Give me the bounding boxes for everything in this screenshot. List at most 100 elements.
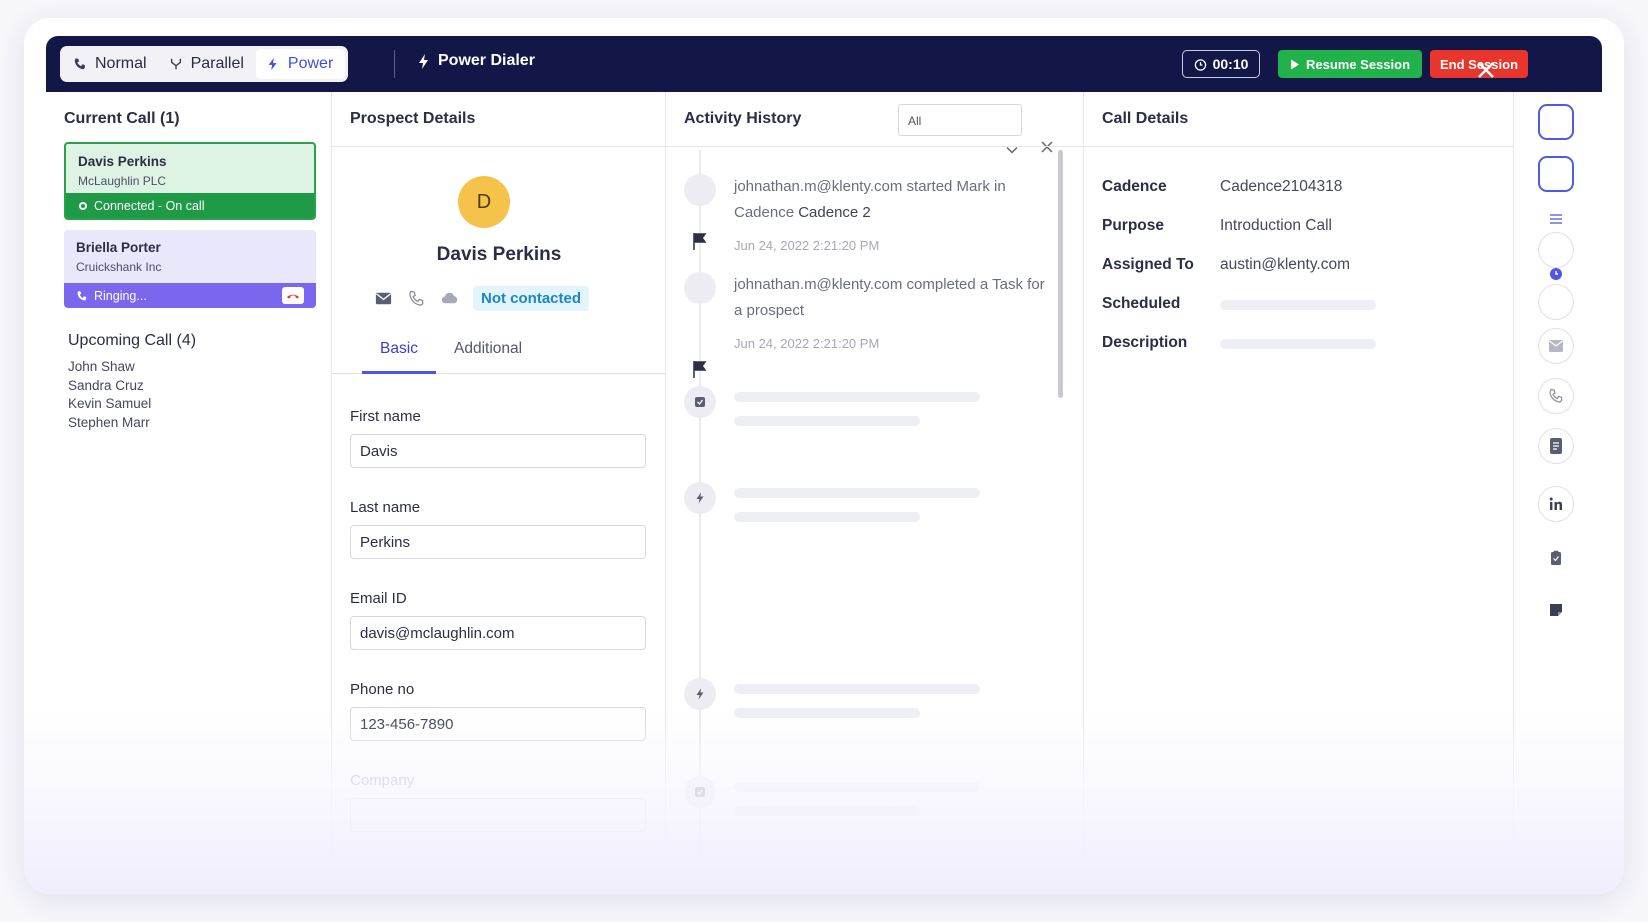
phone-icon: [74, 58, 85, 70]
loading-skeleton: [734, 684, 980, 694]
resume-session-label: Resume Session: [1305, 56, 1411, 72]
upcoming-call-list: John Shaw Sandra Cruz Kevin Samuel Steph…: [68, 358, 151, 432]
upcoming-item[interactable]: Kevin Samuel: [68, 395, 151, 414]
bolt-icon: [684, 482, 716, 514]
first-name-field[interactable]: Davis: [350, 434, 646, 468]
activity-item-text: johnathan.m@klenty.com started Mark in C…: [734, 174, 1050, 226]
topbar-divider: [394, 50, 395, 78]
ringing-call-card[interactable]: Briella Porter Cruickshank Inc Ringing..…: [64, 230, 316, 308]
bolt-icon: [684, 678, 716, 710]
loading-skeleton: [734, 416, 920, 426]
dialer-mode-switch: Normal Parallel Power: [60, 46, 349, 82]
prospect-actions: Not contacted: [374, 286, 590, 311]
loading-skeleton: [1220, 339, 1376, 349]
upcoming-item[interactable]: John Shaw: [68, 358, 151, 377]
clock-icon[interactable]: [1548, 266, 1564, 282]
call-status-text: Ringing...: [94, 288, 147, 303]
list-icon[interactable]: [1548, 212, 1564, 228]
phone-ringing-icon: [77, 290, 87, 300]
linkedin-button[interactable]: [1538, 486, 1574, 522]
current-call-heading: Current Call (1): [64, 110, 180, 127]
activity-timestamp: Jun 24, 2022 2:21:20 PM: [734, 336, 880, 351]
rail-circle-button[interactable]: [1538, 232, 1574, 268]
mode-normal-label: Normal: [95, 55, 147, 72]
top-bar: Normal Parallel Power Power Dialer 00:10: [46, 36, 1602, 92]
rail-button[interactable]: [1538, 156, 1574, 192]
activity-cadence-link[interactable]: Cadence 2: [798, 204, 871, 221]
cloud-icon[interactable]: [440, 289, 459, 308]
call-status-ringing: Ringing...: [64, 283, 316, 308]
company-field[interactable]: [350, 798, 646, 832]
call-icon[interactable]: [407, 289, 426, 308]
assigned-to-label: Assigned To: [1102, 256, 1194, 273]
clipboard-icon[interactable]: [1548, 550, 1564, 566]
purpose-label: Purpose: [1102, 217, 1165, 234]
phone-label: Phone no: [350, 681, 415, 698]
activity-filter-select[interactable]: All: [898, 104, 1022, 136]
note-icon[interactable]: [1548, 602, 1564, 618]
cadence-label: Cadence: [1102, 178, 1167, 195]
phone-icon: [1549, 388, 1563, 403]
header-divider: [666, 146, 1084, 147]
task-icon: [684, 386, 716, 418]
activity-scrollbar[interactable]: [1058, 150, 1063, 398]
call-card-company: Cruickshank Inc: [76, 260, 162, 274]
last-name-field[interactable]: Perkins: [350, 525, 646, 559]
status-badge[interactable]: Not contacted: [473, 286, 590, 311]
email-field[interactable]: davis@mclaughlin.com: [350, 616, 646, 650]
company-label: Company: [350, 772, 415, 789]
loading-skeleton: [734, 392, 980, 402]
activity-avatar: [684, 174, 716, 206]
notes-button[interactable]: [1538, 428, 1574, 464]
call-card-company: McLaughlin PLC: [78, 174, 167, 188]
prospect-panel: Prospect Details D Davis Perkins Not con…: [332, 92, 666, 856]
power-dialer-title-text: Power Dialer: [438, 52, 535, 69]
email-button[interactable]: [1538, 328, 1574, 364]
rail-button[interactable]: [1538, 104, 1574, 140]
phone-field[interactable]: 123-456-7890: [350, 707, 646, 741]
loading-skeleton: [734, 512, 920, 522]
mode-parallel-label: Parallel: [190, 55, 244, 72]
rail-circle-button[interactable]: [1538, 284, 1574, 320]
loading-skeleton: [734, 488, 980, 498]
upcoming-item[interactable]: Stephen Marr: [68, 414, 151, 433]
prospect-name: Davis Perkins: [436, 244, 562, 265]
email-icon[interactable]: [374, 289, 393, 308]
call-card-name: Briella Porter: [76, 240, 161, 255]
avatar: D: [458, 176, 510, 228]
upcoming-item[interactable]: Sandra Cruz: [68, 377, 151, 396]
close-window-icon[interactable]: [1476, 60, 1496, 80]
power-dialer-app: Normal Parallel Power Power Dialer 00:10: [46, 36, 1602, 856]
clear-filter-icon[interactable]: [1040, 140, 1054, 154]
parallel-icon: [170, 58, 181, 70]
description-label: Description: [1102, 334, 1188, 351]
purpose-value: Introduction Call: [1220, 217, 1333, 234]
resume-session-button[interactable]: Resume Session: [1278, 50, 1422, 78]
email-label: Email ID: [350, 590, 407, 607]
bolt-icon: [268, 57, 277, 71]
call-button[interactable]: [1538, 378, 1574, 414]
play-icon: [1290, 59, 1299, 69]
mode-power-button[interactable]: Power: [255, 49, 346, 79]
mode-power-label: Power: [287, 55, 334, 72]
header-divider: [332, 146, 666, 147]
document-icon: [1550, 438, 1562, 454]
activity-avatar: [684, 272, 716, 304]
call-status-text: Connected - On call: [94, 198, 205, 213]
mode-normal-button[interactable]: Normal: [63, 49, 159, 79]
scheduled-label: Scheduled: [1102, 295, 1181, 312]
cadence-value: Cadence2104318: [1220, 178, 1343, 195]
chevron-down-icon[interactable]: [1006, 146, 1018, 154]
power-dialer-title: Power Dialer: [418, 52, 535, 70]
loading-skeleton: [734, 806, 920, 816]
tab-basic[interactable]: Basic: [362, 340, 436, 374]
clock-icon: [1194, 58, 1206, 71]
current-call-card[interactable]: Davis Perkins McLaughlin PLC Connected -…: [64, 142, 316, 220]
activity-heading: Activity History: [684, 110, 802, 127]
email-icon: [1549, 340, 1563, 352]
mode-parallel-button[interactable]: Parallel: [159, 49, 256, 79]
hang-up-button[interactable]: [282, 287, 304, 304]
bolt-icon: [419, 54, 428, 69]
loading-skeleton: [1220, 300, 1376, 310]
tab-additional[interactable]: Additional: [454, 340, 522, 374]
